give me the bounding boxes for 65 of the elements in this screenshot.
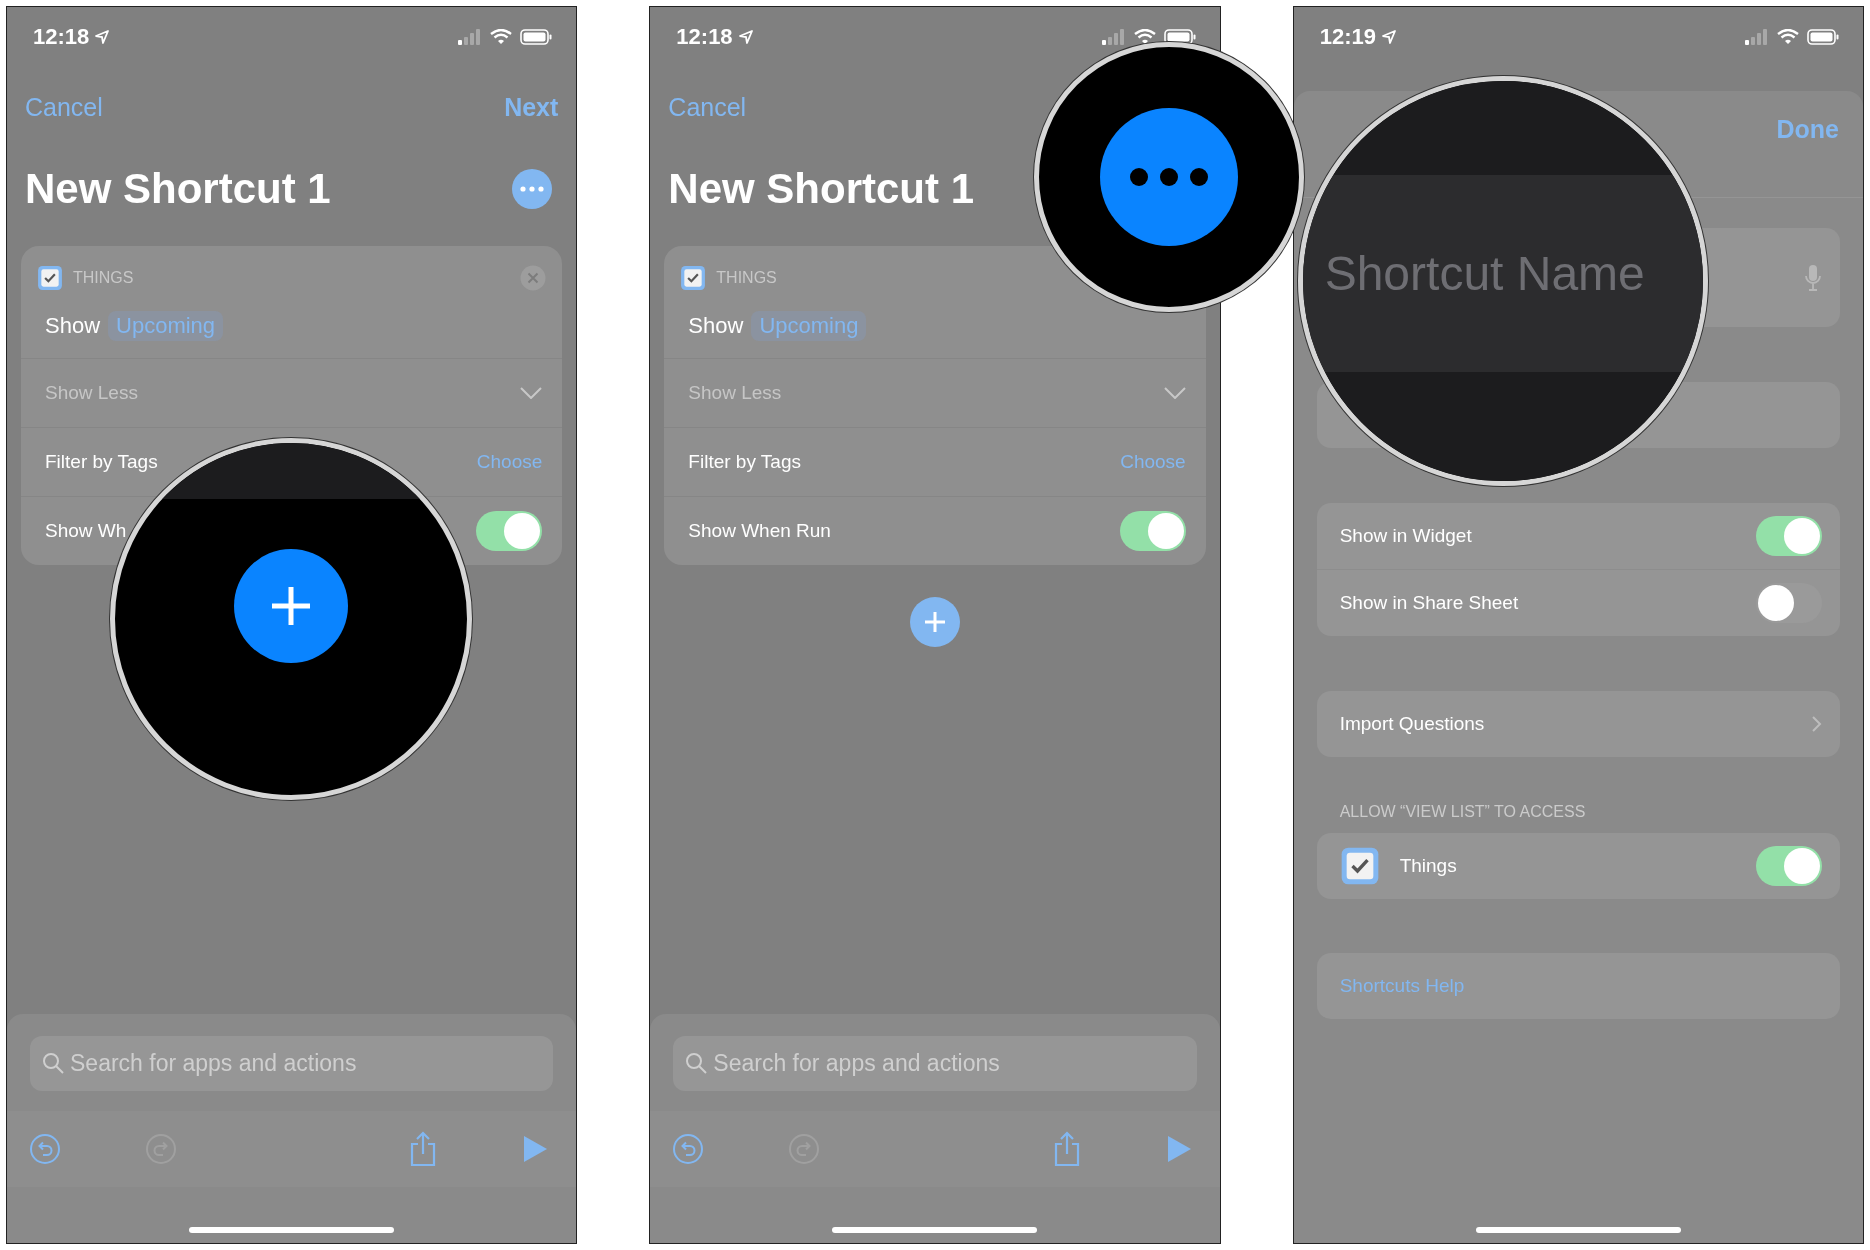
toggle-switch[interactable] xyxy=(1756,516,1822,556)
help-link[interactable]: Shortcuts Help xyxy=(1339,975,1465,997)
chevron-down-icon[interactable] xyxy=(1163,387,1186,399)
next-link[interactable]: Next xyxy=(504,92,559,122)
plus-icon xyxy=(269,584,313,628)
things-app-icon[interactable] xyxy=(680,265,707,291)
app-label: Things xyxy=(1399,855,1457,877)
app-label: THINGS xyxy=(716,269,778,287)
filter-label: Filter by Tags xyxy=(688,451,801,473)
toggle-switch[interactable] xyxy=(1756,583,1822,623)
things-app-icon[interactable] xyxy=(37,265,63,291)
parameter-token[interactable]: Upcoming xyxy=(108,311,224,341)
play-button[interactable] xyxy=(1165,1135,1192,1163)
chevron-down-icon[interactable] xyxy=(520,387,543,399)
search-icon xyxy=(42,1052,64,1074)
wifi-icon xyxy=(490,29,513,45)
signal-icon xyxy=(458,29,483,45)
done-link[interactable]: Done xyxy=(1776,115,1839,197)
toggle-switch[interactable] xyxy=(1119,511,1186,551)
close-icon[interactable] xyxy=(520,265,547,291)
filter-label: Filter by Tags xyxy=(45,451,158,473)
search-field[interactable]: Search for apps and actions xyxy=(673,1036,1197,1091)
undo-button[interactable] xyxy=(672,1133,705,1165)
search-field[interactable]: Search for apps and actions xyxy=(30,1036,554,1091)
more-button[interactable] xyxy=(512,169,553,209)
toggle-switch[interactable] xyxy=(1756,846,1822,886)
toggle-label: Show in Widget xyxy=(1339,525,1472,547)
ellipsis-icon xyxy=(520,186,545,192)
chevron-right-icon xyxy=(1812,716,1822,732)
action-label: Show xyxy=(45,313,101,339)
section-header: ALLOW “VIEW LIST” TO ACCESS xyxy=(1339,802,1587,822)
undo-button[interactable] xyxy=(29,1133,61,1165)
status-time: 12:19 xyxy=(1319,24,1376,50)
wifi-icon xyxy=(1133,29,1156,45)
import-questions-row[interactable]: Import Questions xyxy=(1316,691,1840,757)
battery-icon xyxy=(1807,29,1839,45)
location-arrow-icon xyxy=(1381,30,1396,44)
battery-icon xyxy=(520,29,553,45)
microphone-icon[interactable] xyxy=(1804,263,1822,292)
signal-icon xyxy=(1745,29,1769,45)
signal-icon xyxy=(1101,29,1126,45)
toggle-label: Show in Share Sheet xyxy=(1339,592,1519,614)
play-button[interactable] xyxy=(522,1135,549,1163)
things-app-icon[interactable] xyxy=(1339,846,1380,886)
cancel-link[interactable]: Cancel xyxy=(25,92,103,122)
app-label: THINGS xyxy=(73,269,135,287)
shortcut-title: New Shortcut 1 xyxy=(668,165,975,213)
cancel-link[interactable]: Cancel xyxy=(668,92,747,122)
name-field[interactable]: Shortcut Name xyxy=(1302,175,1703,372)
location-arrow-icon xyxy=(738,30,753,44)
parameter-token[interactable]: Upcoming xyxy=(751,311,867,341)
action-label: Show xyxy=(688,313,744,339)
toggle-label: Show When Run xyxy=(688,520,831,542)
search-icon xyxy=(685,1052,708,1074)
wifi-icon xyxy=(1777,29,1799,45)
location-arrow-icon xyxy=(95,30,110,44)
toggle-label: Show Wh xyxy=(45,520,127,542)
plus-icon xyxy=(923,610,947,634)
shortcut-title: New Shortcut 1 xyxy=(25,165,331,213)
status-time: 12:18 xyxy=(33,24,90,50)
choose-link[interactable]: Choose xyxy=(476,451,543,473)
toggle-switch[interactable] xyxy=(476,511,543,551)
status-time: 12:18 xyxy=(676,24,733,50)
ellipsis-icon xyxy=(1129,167,1210,187)
choose-link[interactable]: Choose xyxy=(1120,451,1186,473)
